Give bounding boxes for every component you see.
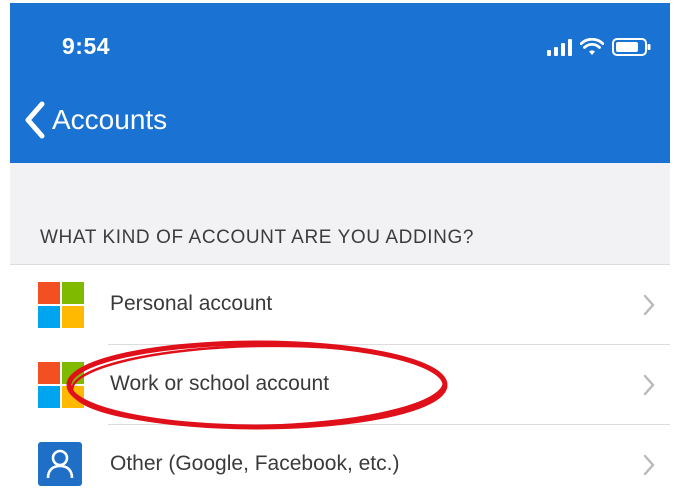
microsoft-logo-icon <box>38 362 84 408</box>
nav-header: 9:54 Accounts <box>10 3 670 163</box>
microsoft-logo-icon <box>38 282 84 328</box>
list-item-label: Other (Google, Facebook, etc.) <box>110 452 400 475</box>
status-icons <box>547 36 652 58</box>
section-header: WHAT KIND OF ACCOUNT ARE YOU ADDING? <box>40 227 475 248</box>
chevron-right-icon <box>643 454 655 476</box>
personal-account-row[interactable]: Personal account <box>10 265 670 345</box>
wifi-icon <box>580 38 604 55</box>
account-type-list: Personal account Work or school account <box>10 264 670 501</box>
status-time: 9:54 <box>62 33 111 59</box>
battery-icon <box>612 38 651 56</box>
work-or-school-account-row[interactable]: Work or school account <box>10 345 670 425</box>
back-label: Accounts <box>52 104 168 135</box>
app-screen: 9:54 Accounts WHAT KIND OF ACCOUNT ARE Y… <box>10 3 670 501</box>
cellular-signal-icon <box>547 38 572 56</box>
chevron-left-icon <box>25 101 45 139</box>
chevron-right-icon <box>643 374 655 396</box>
back-button[interactable]: Accounts <box>24 101 167 139</box>
person-icon <box>38 442 84 488</box>
other-account-row[interactable]: Other (Google, Facebook, etc.) <box>10 425 670 501</box>
list-item-label: Personal account <box>110 292 273 315</box>
chevron-right-icon <box>643 294 655 316</box>
list-item-label: Work or school account <box>110 372 330 395</box>
